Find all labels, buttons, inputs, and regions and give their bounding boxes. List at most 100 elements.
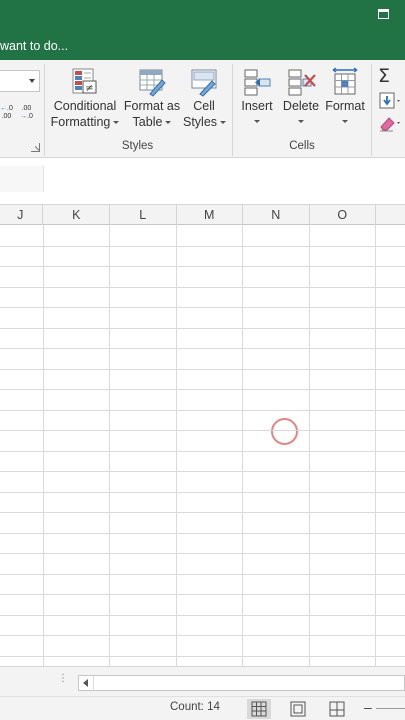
- status-count: Count: 14: [170, 701, 220, 713]
- grid-row-line: [0, 512, 405, 513]
- conditional-formatting-button[interactable]: ≠ Conditional Formatting: [50, 66, 120, 130]
- sigma-icon: Σ: [378, 65, 390, 87]
- restore-window-icon[interactable]: [377, 8, 391, 21]
- formula-bar-area: [0, 158, 405, 204]
- delete-cells-icon: [288, 69, 316, 96]
- grid-row-line: [0, 574, 405, 575]
- cells-group-label: Cells: [289, 140, 315, 152]
- scroll-left-icon[interactable]: [79, 676, 94, 690]
- grid-column-line: [375, 225, 376, 666]
- zoom-out-button[interactable]: –: [364, 699, 372, 715]
- svg-text:≠: ≠: [85, 83, 93, 94]
- column-headers: JKLMNO: [0, 204, 405, 225]
- page-layout-view-button[interactable]: [286, 699, 310, 719]
- fill-down-icon: [379, 92, 400, 109]
- cell-styles-button[interactable]: Cell Styles: [183, 66, 227, 130]
- status-bar: Count: 14 –: [0, 696, 405, 720]
- page-break-preview-icon: [329, 701, 345, 717]
- styles-group-label: Styles: [121, 140, 154, 152]
- grid-row-line: [0, 369, 405, 370]
- format-as-table-button[interactable]: Format as Table: [122, 66, 182, 130]
- autosum-button[interactable]: Σ: [378, 65, 400, 88]
- grid-row-line: [0, 307, 405, 308]
- fill-button[interactable]: [378, 91, 400, 114]
- grid-row-line: [0, 287, 405, 288]
- page-layout-view-icon: [290, 701, 306, 717]
- delete-label: Delete: [282, 99, 320, 113]
- grid-row-line: [0, 471, 405, 472]
- grid-row-line: [0, 533, 405, 534]
- format-label: Format: [325, 99, 365, 113]
- grid-row-line: [0, 656, 405, 657]
- format-as-table-label-2: Table: [132, 115, 163, 129]
- number-dialog-launcher-icon[interactable]: [31, 143, 40, 152]
- grid-row-line: [0, 451, 405, 452]
- delete-cells-button[interactable]: Delete: [280, 66, 322, 123]
- grid-column-line: [42, 225, 44, 666]
- insert-cells-icon: [244, 69, 271, 96]
- title-bar: [0, 0, 405, 32]
- grid-column-line: [242, 225, 243, 666]
- increase-decimal-button[interactable]: ←.0 .00: [0, 105, 13, 121]
- grid-row-line: [0, 553, 405, 554]
- format-cells-button[interactable]: Format: [323, 66, 367, 123]
- format-as-table-icon: [139, 69, 166, 97]
- worksheet-grid[interactable]: [0, 225, 405, 666]
- chevron-down-icon: [165, 121, 172, 125]
- chevron-down-icon: [29, 79, 35, 83]
- grid-row-line: [0, 635, 405, 636]
- grid-row-line: [0, 266, 405, 267]
- number-format-dropdown[interactable]: [0, 70, 40, 92]
- group-divider: [232, 64, 233, 156]
- click-indicator: [271, 418, 298, 445]
- normal-view-button[interactable]: [247, 699, 271, 719]
- grid-row-line: [0, 594, 405, 595]
- conditional-formatting-icon: ≠: [72, 68, 97, 94]
- format-cells-icon: [332, 67, 358, 95]
- chevron-down-icon: [298, 120, 304, 123]
- tell-me-bar[interactable]: want to do...: [0, 32, 405, 60]
- zoom-slider[interactable]: [376, 708, 405, 709]
- format-as-table-label-1: Format as: [123, 99, 181, 113]
- svg-text:Σ: Σ: [378, 65, 390, 85]
- conditional-formatting-label-1: Conditional: [53, 99, 117, 113]
- grid-row-line: [0, 615, 405, 616]
- chevron-down-icon: [113, 121, 120, 125]
- ribbon-home: ←.0 .00 .00 →.0 ≠ Conditional Formatting: [0, 60, 405, 158]
- cell-styles-label-2: Styles: [183, 115, 218, 129]
- cell-styles-label-1: Cell: [193, 99, 215, 113]
- tell-me-text[interactable]: want to do...: [0, 39, 68, 53]
- grid-row-line: [0, 492, 405, 493]
- group-divider: [371, 64, 372, 156]
- grid-column-line: [308, 225, 310, 666]
- grid-row-line: [0, 430, 405, 431]
- column-header[interactable]: O: [310, 205, 376, 225]
- column-header[interactable]: K: [44, 205, 110, 225]
- column-header[interactable]: J: [0, 205, 43, 225]
- decrease-decimal-button[interactable]: .00 →.0: [20, 105, 33, 121]
- insert-cells-button[interactable]: Insert: [238, 66, 276, 123]
- insert-label: Insert: [241, 99, 273, 113]
- column-header[interactable]: M: [177, 205, 243, 225]
- tab-split-handle[interactable]: ⋮: [58, 674, 68, 689]
- column-header[interactable]: N: [243, 205, 310, 225]
- chevron-down-icon: [342, 120, 348, 123]
- grid-row-line: [0, 389, 405, 390]
- sheet-tabs-area: ⋮: [0, 666, 405, 696]
- column-header[interactable]: L: [110, 205, 177, 225]
- chevron-down-icon: [254, 120, 260, 123]
- page-break-preview-button[interactable]: [325, 699, 349, 719]
- normal-view-icon: [251, 701, 267, 717]
- group-divider: [44, 64, 45, 156]
- name-box[interactable]: [0, 166, 44, 192]
- horizontal-scrollbar[interactable]: [78, 675, 405, 691]
- grid-row-line: [0, 410, 405, 411]
- conditional-formatting-label-2: Formatting: [50, 115, 111, 129]
- cell-styles-icon: [191, 69, 217, 97]
- grid-row-line: [0, 328, 405, 329]
- eraser-icon: [380, 117, 400, 132]
- clear-button[interactable]: [378, 113, 400, 136]
- chevron-down-icon: [220, 121, 227, 125]
- grid-column-line: [175, 225, 177, 666]
- grid-row-line: [0, 246, 405, 247]
